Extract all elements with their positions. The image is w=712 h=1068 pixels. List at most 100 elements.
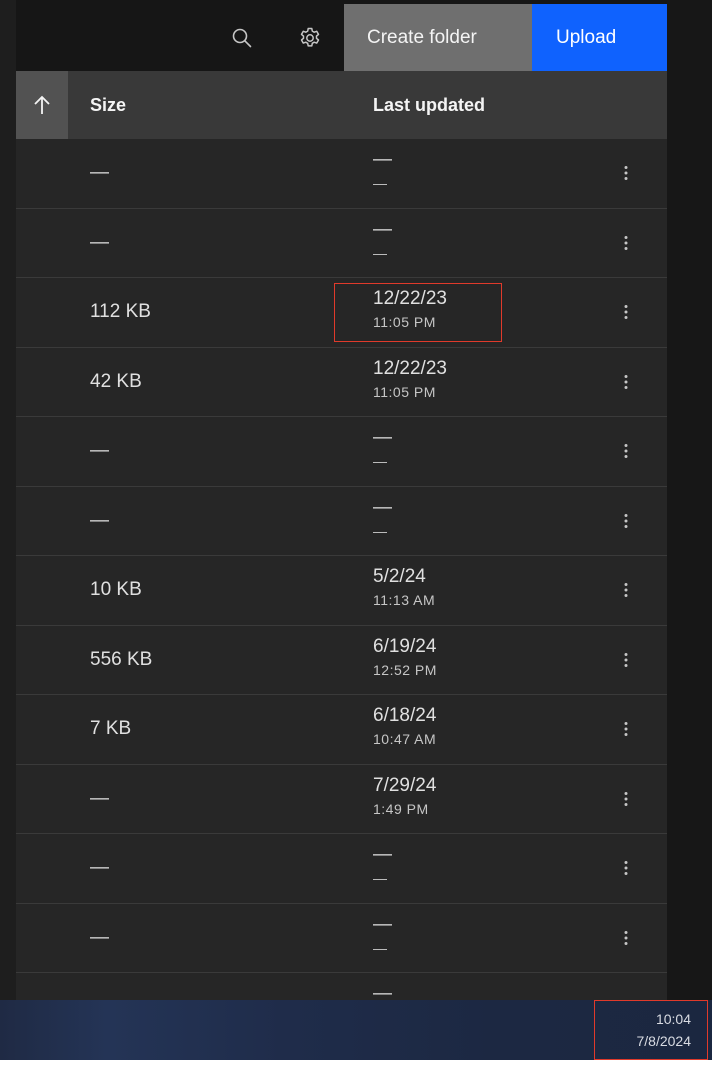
cell-size: — [90, 162, 109, 184]
updated-time: 11:13 AM [373, 592, 436, 608]
column-header-last-updated[interactable]: Last updated [373, 71, 485, 139]
table-row[interactable]: — [16, 973, 667, 1000]
updated-time: 12:52 PM [373, 661, 437, 678]
updated-time: — [373, 175, 388, 191]
cell-size: — [90, 787, 109, 809]
row-overflow-menu-button[interactable] [606, 431, 646, 471]
cell-size: 10 KB [90, 579, 142, 601]
table-toolbar: Create folder Upload [16, 0, 667, 71]
right-edge [667, 0, 712, 1000]
updated-date: 7/29/24 [373, 774, 437, 796]
updated-date: 12/22/23 [373, 357, 447, 379]
row-overflow-menu-button[interactable] [606, 709, 646, 749]
updated-date: — [373, 496, 392, 518]
row-overflow-menu-button[interactable] [606, 918, 646, 958]
updated-date: 5/2/24 [373, 566, 426, 587]
overflow-menu-vertical-icon [624, 305, 628, 319]
create-folder-label: Create folder [367, 26, 477, 48]
overflow-menu-vertical-icon [624, 791, 628, 806]
search-button[interactable] [210, 4, 274, 71]
overflow-menu-vertical-icon [624, 861, 628, 875]
cell-last-updated: — — [373, 842, 392, 888]
updated-time: 1:49 PM [373, 800, 429, 817]
cell-last-updated: 5/2/24 11:13 AM [373, 564, 435, 610]
row-overflow-menu-button[interactable] [606, 362, 646, 402]
table-row[interactable]: — — — [16, 904, 667, 973]
cell-size: 7 KB [90, 718, 132, 740]
create-folder-button[interactable]: Create folder [344, 4, 532, 71]
row-overflow-menu-button[interactable] [606, 501, 646, 541]
updated-date: — [373, 844, 392, 865]
cell-last-updated: 6/18/24 10:47 AM [373, 703, 436, 749]
search-icon [232, 28, 252, 47]
row-overflow-menu-button[interactable] [606, 570, 646, 610]
taskbar-clock[interactable]: 10:04 7/8/2024 [594, 1000, 708, 1060]
updated-date: 6/18/24 [373, 705, 437, 726]
column-header-size[interactable]: Size [90, 71, 126, 139]
taskbar: 10:04 7/8/2024 [0, 1000, 712, 1060]
cell-last-updated: 7/29/24 1:49 PM [373, 773, 436, 819]
upload-label: Upload [556, 26, 617, 48]
arrow-up-icon [34, 95, 50, 114]
table-row[interactable]: 7 KB 6/18/24 10:47 AM [16, 695, 667, 765]
screen: Create folder Upload Size Last updated —… [0, 0, 712, 1060]
updated-time: — [373, 453, 388, 469]
overflow-menu-vertical-icon [624, 652, 628, 667]
overflow-menu-vertical-icon [624, 583, 628, 597]
last-updated-header-label: Last updated [373, 94, 486, 115]
table-body: — — — — — —112 KB 12/22/23 11:05 PM 42 KB 12/22/2… [16, 139, 667, 1000]
cell-size: — [90, 926, 109, 948]
row-overflow-menu-button[interactable] [606, 223, 646, 263]
table-header: Size Last updated [16, 71, 667, 139]
settings-button[interactable] [278, 4, 342, 71]
table-row[interactable]: — 7/29/24 1:49 PM [16, 765, 667, 834]
table-row[interactable]: 112 KB 12/22/23 11:05 PM [16, 278, 667, 348]
cell-last-updated: — — [373, 912, 392, 958]
table-row[interactable]: 42 KB 12/22/23 11:05 PM [16, 348, 667, 417]
updated-time: 11:05 PM [373, 314, 436, 330]
sort-toggle-button[interactable] [16, 71, 68, 139]
cell-size: 112 KB [90, 301, 151, 323]
updated-time: 11:05 PM [373, 383, 436, 400]
cell-last-updated: — — [373, 495, 392, 541]
overflow-menu-vertical-icon [624, 166, 628, 180]
table-row[interactable]: 10 KB 5/2/24 11:13 AM [16, 556, 667, 626]
table-row[interactable]: — — — [16, 834, 667, 904]
cell-last-updated: — — [373, 147, 392, 193]
table-row[interactable]: — — — [16, 487, 667, 556]
cell-last-updated: — — [373, 425, 392, 471]
updated-date: — [373, 983, 392, 1000]
table-row[interactable]: — — — [16, 139, 667, 209]
updated-date: 6/19/24 [373, 635, 437, 657]
cell-last-updated: 12/22/23 11:05 PM [373, 356, 447, 402]
clock-date: 7/8/2024 [636, 1033, 692, 1049]
row-overflow-menu-button[interactable] [606, 292, 646, 332]
row-overflow-menu-button[interactable] [606, 779, 646, 819]
cell-last-updated: — [373, 981, 392, 1000]
updated-date: — [373, 913, 392, 935]
updated-time: — [373, 244, 388, 261]
size-header-label: Size [90, 94, 127, 115]
cell-last-updated: — — [373, 217, 392, 263]
overflow-menu-vertical-icon [624, 722, 628, 736]
row-overflow-menu-button[interactable] [606, 153, 646, 193]
clock-time: 10:04 [655, 1011, 691, 1027]
cell-size: — [90, 440, 109, 462]
cell-size: — [90, 857, 109, 879]
row-overflow-menu-button[interactable] [606, 848, 646, 888]
overflow-menu-vertical-icon [624, 235, 628, 250]
cell-size: — [90, 231, 109, 253]
table-row[interactable]: 556 KB 6/19/24 12:52 PM [16, 626, 667, 695]
cell-last-updated: 12/22/23 11:05 PM [373, 286, 447, 332]
updated-time: — [373, 939, 388, 956]
overflow-menu-vertical-icon [624, 444, 628, 458]
overflow-menu-vertical-icon [624, 513, 628, 528]
overflow-menu-vertical-icon [624, 930, 628, 945]
table-row[interactable]: — — — [16, 417, 667, 487]
row-overflow-menu-button[interactable] [606, 640, 646, 680]
file-browser-panel: Create folder Upload Size Last updated —… [16, 0, 667, 1000]
table-row[interactable]: — — — [16, 209, 667, 278]
overflow-menu-vertical-icon [624, 374, 628, 389]
updated-date: — [373, 149, 392, 170]
upload-button[interactable]: Upload [532, 4, 667, 71]
